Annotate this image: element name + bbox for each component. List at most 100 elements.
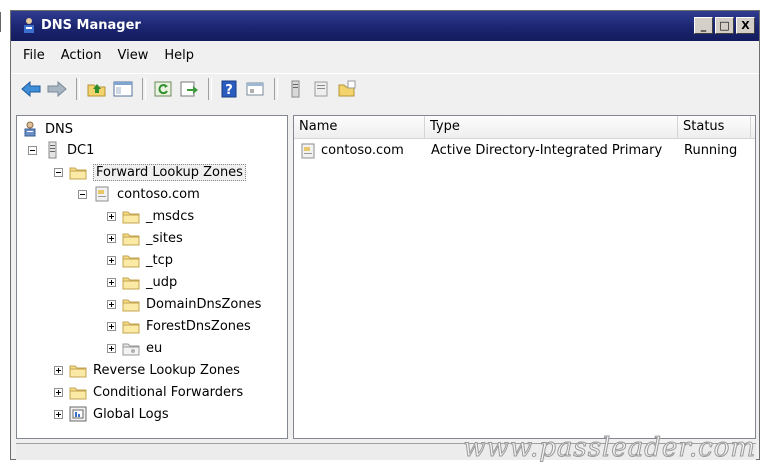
svg-text:?: ? <box>225 83 233 98</box>
expand-icon[interactable] <box>107 343 116 353</box>
console-icon[interactable] <box>243 77 267 101</box>
help-icon[interactable]: ? <box>217 77 241 101</box>
minimize-icon: _ <box>700 19 707 32</box>
collapse-icon[interactable] <box>28 145 37 155</box>
new-zone-icon[interactable] <box>335 77 359 101</box>
results-list[interactable]: Name Type Status contoso.com Active Dire… <box>293 115 756 439</box>
up-folder-icon[interactable] <box>85 77 109 101</box>
list-item[interactable]: contoso.com Active Directory-Integrated … <box>294 140 755 162</box>
folder-icon <box>69 164 87 180</box>
zone-icon[interactable] <box>309 77 333 101</box>
menu-view[interactable]: View <box>117 48 148 63</box>
list-header: Name Type Status <box>294 116 755 139</box>
tree-label-global-logs: Global Logs <box>93 406 169 422</box>
tree-label-tcp: _tcp <box>146 252 173 268</box>
tree-node-reverse-lookup-zones[interactable]: Reverse Lookup Zones <box>54 360 240 380</box>
tree-node-conditional-forwarders[interactable]: Conditional Forwarders <box>54 382 243 402</box>
tree-node-domaindnszones[interactable]: DomainDnsZones <box>107 294 261 314</box>
show-hide-console-tree-icon[interactable] <box>111 77 135 101</box>
close-icon: X <box>741 19 750 32</box>
folder-icon <box>122 230 140 246</box>
server-icon <box>43 141 61 159</box>
tree-node-forward-lookup-zones[interactable]: Forward Lookup Zones <box>54 162 246 182</box>
menu-file[interactable]: File <box>23 48 45 63</box>
tree-label-sites: _sites <box>146 230 183 246</box>
column-header-type[interactable]: Type <box>425 116 678 138</box>
tree-label-reverse-lookup-zones: Reverse Lookup Zones <box>93 362 240 378</box>
close-button[interactable]: X <box>736 17 755 34</box>
expand-icon[interactable] <box>54 365 63 375</box>
tree-node-tcp[interactable]: _tcp <box>107 250 173 270</box>
toolbar-separator <box>142 77 146 100</box>
tree-node-global-logs[interactable]: Global Logs <box>54 404 169 424</box>
delegation-folder-icon <box>122 340 140 356</box>
tree-label-conditional-forwarders: Conditional Forwarders <box>93 384 244 400</box>
folder-icon <box>122 274 140 290</box>
menu-action[interactable]: Action <box>61 48 102 63</box>
expand-icon[interactable] <box>107 211 116 221</box>
folder-icon <box>122 296 140 312</box>
window-title: DNS Manager <box>41 18 141 33</box>
toolbar: ? <box>11 73 759 103</box>
zone-icon <box>93 186 111 202</box>
tree-label-forestdnszones: ForestDnsZones <box>146 318 251 334</box>
cell-status: Running <box>684 143 738 158</box>
folder-icon <box>122 208 140 224</box>
expand-icon[interactable] <box>107 299 116 309</box>
collapse-icon[interactable] <box>54 167 63 177</box>
tree-label-dns: DNS <box>45 121 73 137</box>
tree-node-udp[interactable]: _udp <box>107 272 177 292</box>
dns-manager-icon <box>21 17 37 35</box>
expand-icon[interactable] <box>54 387 63 397</box>
tree-node-eu[interactable]: eu <box>107 338 162 358</box>
tree-label-contoso: contoso.com <box>117 186 200 202</box>
tree-node-forestdnszones[interactable]: ForestDnsZones <box>107 316 251 336</box>
folder-icon <box>122 318 140 334</box>
cell-name: contoso.com <box>321 143 404 158</box>
tree-label-forward-lookup-zones: Forward Lookup Zones <box>93 163 246 181</box>
tree-node-contoso-zone[interactable]: contoso.com <box>78 184 200 204</box>
server-icon[interactable] <box>283 77 307 101</box>
menu-bar: File Action View Help <box>11 43 759 67</box>
menu-help[interactable]: Help <box>164 48 194 63</box>
cell-type: Active Directory-Integrated Primary <box>431 143 663 158</box>
dns-root-icon <box>21 121 39 137</box>
tree-label-domaindnszones: DomainDnsZones <box>146 296 262 312</box>
zone-icon <box>300 143 316 159</box>
tree-label-udp: _udp <box>146 274 178 290</box>
minimize-button[interactable]: _ <box>694 17 713 34</box>
back-arrow-icon[interactable] <box>19 77 43 101</box>
tree-label-eu: eu <box>146 340 163 356</box>
folder-icon <box>122 252 140 268</box>
column-header-name[interactable]: Name <box>294 116 425 138</box>
toolbar-separator <box>76 77 80 100</box>
tree-node-dc1[interactable]: DC1 <box>28 140 94 160</box>
folder-icon <box>69 362 87 378</box>
title-bar[interactable]: DNS Manager _ □ X <box>11 11 759 41</box>
maximize-button[interactable]: □ <box>715 17 734 34</box>
expand-icon[interactable] <box>107 277 116 287</box>
collapse-icon[interactable] <box>78 189 87 199</box>
export-list-icon[interactable] <box>177 77 201 101</box>
tree-node-dns[interactable]: DNS <box>21 119 73 139</box>
forward-arrow-icon[interactable] <box>45 77 69 101</box>
expand-icon[interactable] <box>107 255 116 265</box>
dns-manager-window: DNS Manager _ □ X File Action View Help <box>10 10 760 460</box>
console-tree[interactable]: DNS DC1 Forward Lookup Zones contoso.com <box>16 115 288 439</box>
tree-node-sites[interactable]: _sites <box>107 228 183 248</box>
tree-label-dc1: DC1 <box>67 142 95 158</box>
expand-icon[interactable] <box>54 409 63 419</box>
toolbar-separator <box>208 77 212 100</box>
refresh-icon[interactable] <box>151 77 175 101</box>
expand-icon[interactable] <box>107 233 116 243</box>
watermark: www.passleader.com <box>463 433 756 463</box>
log-icon <box>69 406 87 422</box>
folder-icon <box>69 384 87 400</box>
column-header-status[interactable]: Status <box>678 116 751 138</box>
tree-label-msdcs: _msdcs <box>146 208 195 224</box>
toolbar-separator <box>274 77 278 100</box>
maximize-icon: □ <box>719 19 730 32</box>
tree-node-msdcs[interactable]: _msdcs <box>107 206 194 226</box>
screenshot-edge-mark <box>0 12 7 32</box>
expand-icon[interactable] <box>107 321 116 331</box>
